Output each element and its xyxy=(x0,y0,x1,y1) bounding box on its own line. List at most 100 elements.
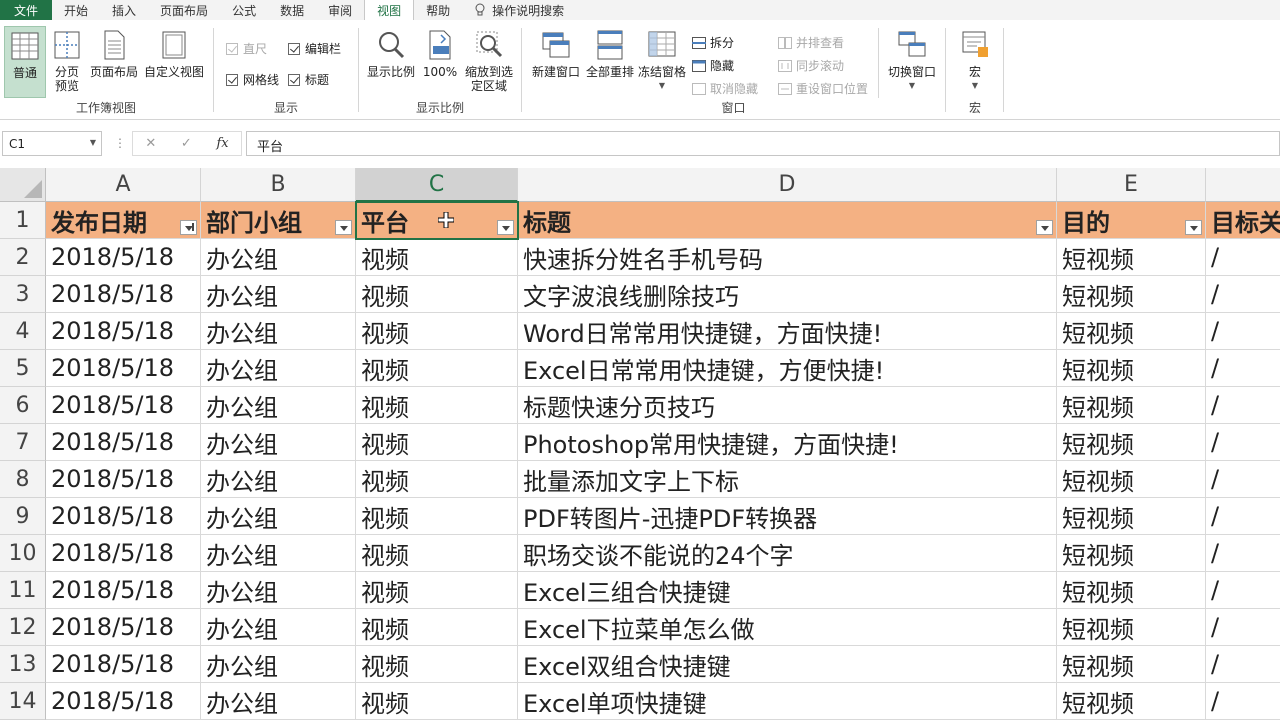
table-cell[interactable]: 短视频 xyxy=(1057,276,1206,313)
table-cell[interactable]: 短视频 xyxy=(1057,424,1206,461)
table-cell[interactable]: 视频 xyxy=(356,646,518,683)
table-cell[interactable]: / xyxy=(1206,609,1280,646)
header-cell[interactable]: 发布日期 xyxy=(46,202,201,239)
table-cell[interactable]: 视频 xyxy=(356,350,518,387)
table-cell[interactable]: 2018/5/18 xyxy=(46,387,201,424)
tab-insert[interactable]: 插入 xyxy=(100,0,148,20)
column-header-d[interactable]: D xyxy=(518,168,1057,202)
table-cell[interactable]: Excel单项快捷键 xyxy=(518,683,1057,720)
table-cell[interactable]: 2018/5/18 xyxy=(46,350,201,387)
formula-bar-resize-handle[interactable]: ⋮ xyxy=(114,136,126,150)
table-cell[interactable]: / xyxy=(1206,683,1280,720)
table-cell[interactable]: 短视频 xyxy=(1057,350,1206,387)
table-cell[interactable]: Excel下拉菜单怎么做 xyxy=(518,609,1057,646)
table-cell[interactable]: 办公组 xyxy=(201,387,356,424)
freeze-panes-button[interactable]: 冻结窗格 ▼ xyxy=(636,26,688,93)
row-header[interactable]: 1 xyxy=(0,202,46,239)
row-header[interactable]: 7 xyxy=(0,424,46,461)
table-cell[interactable]: / xyxy=(1206,387,1280,424)
normal-view-button[interactable]: 普通 xyxy=(4,26,46,98)
filter-dropdown-icon[interactable] xyxy=(497,220,514,235)
table-cell[interactable]: 短视频 xyxy=(1057,609,1206,646)
table-cell[interactable]: 2018/5/18 xyxy=(46,461,201,498)
table-cell[interactable]: / xyxy=(1206,572,1280,609)
zoom-button[interactable]: 显示比例 xyxy=(365,26,417,79)
table-cell[interactable]: 短视频 xyxy=(1057,498,1206,535)
row-header[interactable]: 2 xyxy=(0,239,46,276)
filter-dropdown-icon[interactable] xyxy=(1185,220,1202,235)
synchronous-scrolling-button[interactable]: 同步滚动 xyxy=(778,57,844,74)
tab-review[interactable]: 审阅 xyxy=(316,0,364,20)
column-header-b[interactable]: B xyxy=(201,168,356,202)
hide-button[interactable]: 隐藏 xyxy=(692,57,734,74)
tab-view[interactable]: 视图 xyxy=(364,0,415,21)
table-cell[interactable]: 办公组 xyxy=(201,609,356,646)
split-button[interactable]: 拆分 xyxy=(692,34,734,51)
new-window-button[interactable]: 新建窗口 xyxy=(530,26,582,79)
row-header[interactable]: 3 xyxy=(0,276,46,313)
row-header[interactable]: 9 xyxy=(0,498,46,535)
tab-home[interactable]: 开始 xyxy=(52,0,100,20)
table-cell[interactable]: Word日常常用快捷键，方面快捷! xyxy=(518,313,1057,350)
table-cell[interactable]: / xyxy=(1206,313,1280,350)
table-cell[interactable]: 2018/5/18 xyxy=(46,609,201,646)
table-cell[interactable]: 办公组 xyxy=(201,572,356,609)
tab-help[interactable]: 帮助 xyxy=(414,0,462,20)
table-cell[interactable]: 视频 xyxy=(356,572,518,609)
headings-checkbox[interactable]: 标题 xyxy=(288,71,329,88)
table-cell[interactable]: Excel三组合快捷键 xyxy=(518,572,1057,609)
table-cell[interactable]: 视频 xyxy=(356,609,518,646)
table-cell[interactable]: 办公组 xyxy=(201,313,356,350)
arrange-all-button[interactable]: 全部重排 xyxy=(584,26,636,79)
table-cell[interactable]: 视频 xyxy=(356,424,518,461)
table-cell[interactable]: 短视频 xyxy=(1057,572,1206,609)
table-cell[interactable]: 办公组 xyxy=(201,461,356,498)
table-cell[interactable]: 视频 xyxy=(356,387,518,424)
column-header-c[interactable]: C xyxy=(356,168,518,202)
column-header-a[interactable]: A xyxy=(46,168,201,202)
row-header[interactable]: 5 xyxy=(0,350,46,387)
table-cell[interactable]: Excel日常常用快捷键，方便快捷! xyxy=(518,350,1057,387)
table-cell[interactable]: 视频 xyxy=(356,313,518,350)
tab-file[interactable]: 文件 xyxy=(0,0,53,20)
reset-window-position-button[interactable]: 重设窗口位置 xyxy=(778,80,868,97)
table-cell[interactable]: 批量添加文字上下标 xyxy=(518,461,1057,498)
page-layout-view-button[interactable]: 页面布局 xyxy=(88,26,140,79)
table-cell[interactable]: 短视频 xyxy=(1057,683,1206,720)
ruler-checkbox[interactable]: 直尺 xyxy=(226,40,267,57)
table-cell[interactable]: 2018/5/18 xyxy=(46,239,201,276)
table-cell[interactable]: / xyxy=(1206,424,1280,461)
table-cell[interactable]: 办公组 xyxy=(201,535,356,572)
table-cell[interactable]: 短视频 xyxy=(1057,313,1206,350)
table-cell[interactable]: 办公组 xyxy=(201,498,356,535)
table-cell[interactable]: PDF转图片-迅捷PDF转换器 xyxy=(518,498,1057,535)
table-cell[interactable]: / xyxy=(1206,498,1280,535)
header-cell[interactable]: 目标关 xyxy=(1206,202,1280,239)
filter-dropdown-icon[interactable] xyxy=(335,220,352,235)
zoom-100-button[interactable]: 100% xyxy=(421,26,459,79)
table-cell[interactable]: 职场交谈不能说的24个字 xyxy=(518,535,1057,572)
cancel-entry-button[interactable]: ✕ xyxy=(145,136,156,151)
table-cell[interactable]: 文字波浪线删除技巧 xyxy=(518,276,1057,313)
table-cell[interactable]: 视频 xyxy=(356,461,518,498)
table-cell[interactable]: 办公组 xyxy=(201,239,356,276)
table-cell[interactable]: 2018/5/18 xyxy=(46,683,201,720)
table-cell[interactable]: / xyxy=(1206,350,1280,387)
table-cell[interactable]: 短视频 xyxy=(1057,646,1206,683)
header-cell[interactable]: 标题 xyxy=(518,202,1057,239)
column-header-f[interactable] xyxy=(1206,168,1280,202)
table-cell[interactable]: / xyxy=(1206,239,1280,276)
row-header[interactable]: 12 xyxy=(0,609,46,646)
table-cell[interactable]: 视频 xyxy=(356,683,518,720)
row-header[interactable]: 14 xyxy=(0,683,46,720)
header-cell[interactable]: 目的 xyxy=(1057,202,1206,239)
row-header[interactable]: 4 xyxy=(0,313,46,350)
table-cell[interactable]: 短视频 xyxy=(1057,239,1206,276)
macros-button[interactable]: 宏 ▼ xyxy=(954,26,996,93)
table-cell[interactable]: 办公组 xyxy=(201,646,356,683)
select-all-button[interactable] xyxy=(0,168,46,202)
row-header[interactable]: 10 xyxy=(0,535,46,572)
row-header[interactable]: 6 xyxy=(0,387,46,424)
table-cell[interactable]: 2018/5/18 xyxy=(46,276,201,313)
tell-me-search[interactable]: 操作说明搜索 xyxy=(462,0,576,20)
